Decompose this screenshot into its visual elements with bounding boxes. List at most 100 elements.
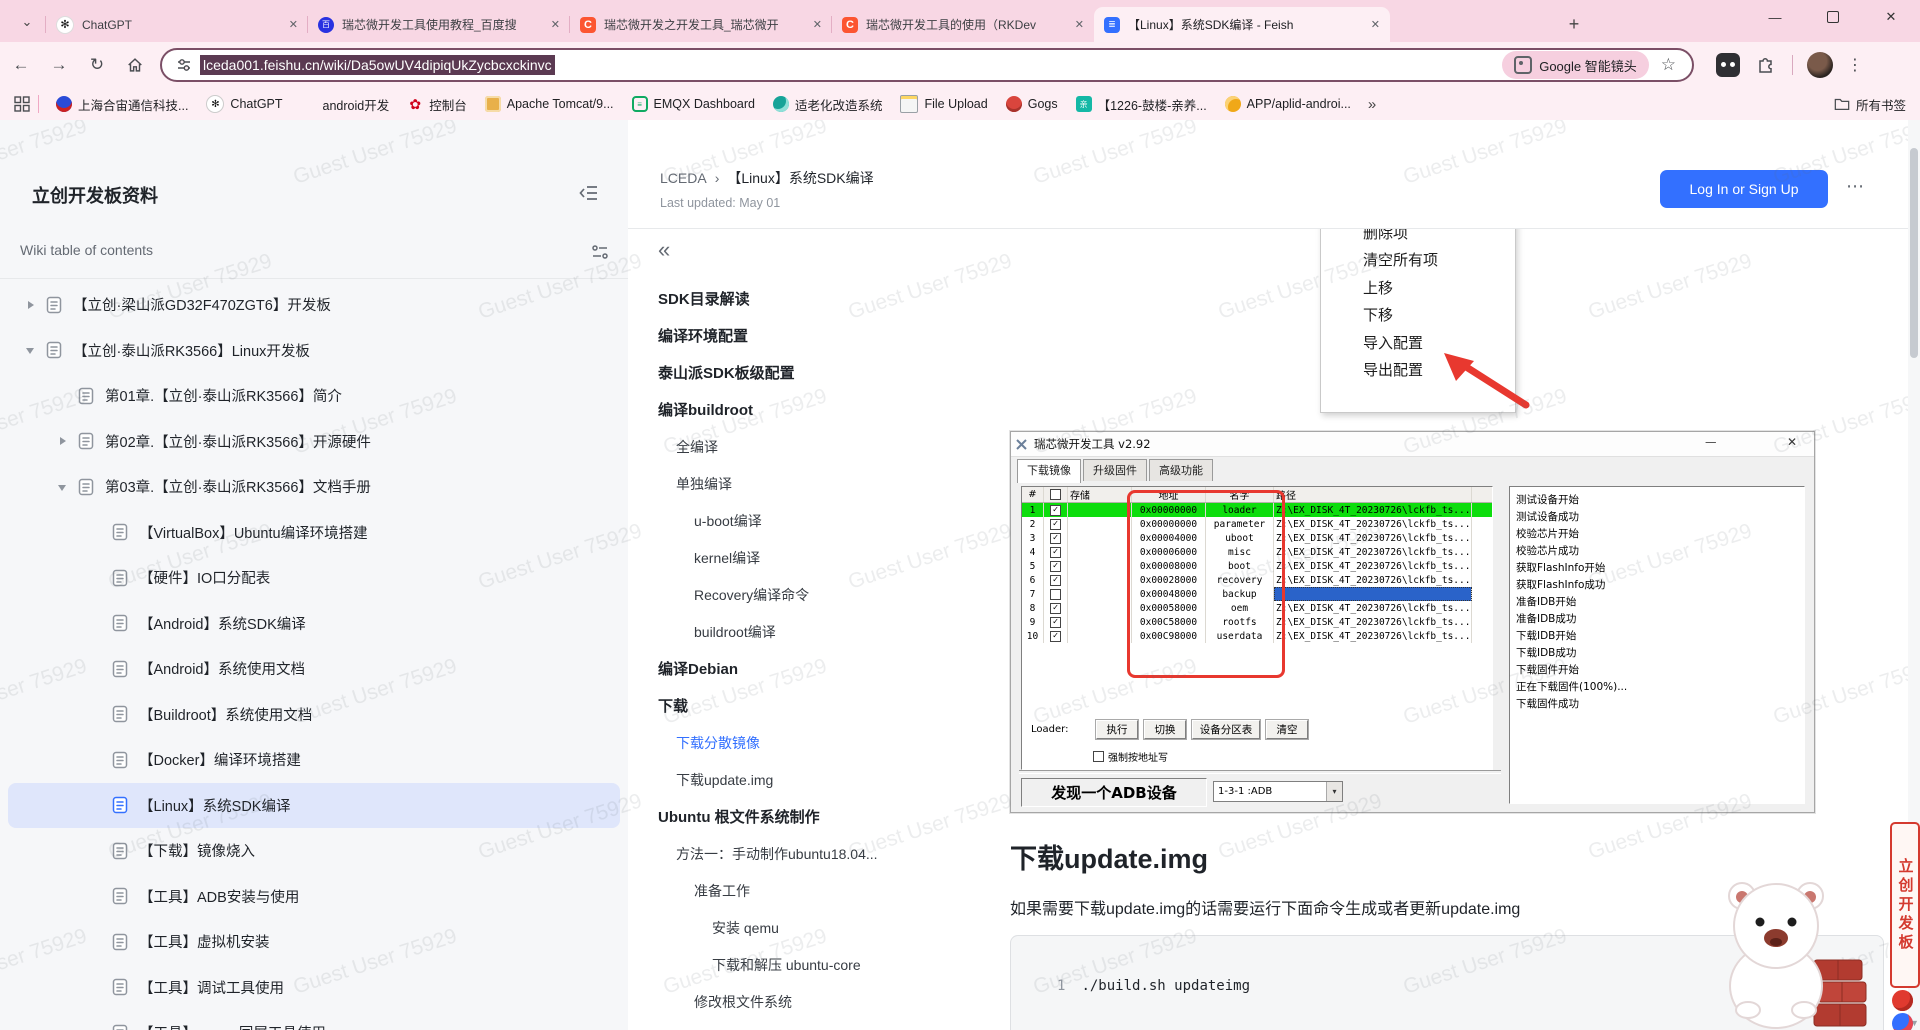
expand-arrow-icon[interactable] bbox=[88, 843, 106, 859]
tab-close-icon[interactable]: ✕ bbox=[1075, 18, 1084, 31]
bookmark-item[interactable]: Gogs bbox=[997, 95, 1067, 114]
outline-item[interactable]: 编译Debian bbox=[658, 651, 968, 688]
address-bar[interactable]: lceda001.feishu.cn/wiki/Da5owUV4dipiqUkZ… bbox=[160, 48, 1694, 82]
toc-item[interactable]: 【Android】系统使用文档 bbox=[8, 646, 620, 692]
toc-item[interactable]: 第02章.【立创·泰山派RK3566】开源硬件 bbox=[8, 419, 620, 465]
browser-tab[interactable]: 百 瑞芯微开发工具使用教程_百度搜 ✕ bbox=[308, 7, 570, 42]
tab-search-button[interactable]: ⌄ bbox=[12, 8, 42, 36]
tab-close-icon[interactable]: ✕ bbox=[289, 18, 298, 31]
forward-button[interactable]: → bbox=[42, 48, 76, 82]
bookmark-item[interactable]: ✿ 控制台 bbox=[398, 95, 476, 114]
outline-item[interactable]: Ubuntu 根文件系统制作 bbox=[658, 799, 968, 836]
expand-arrow-icon[interactable] bbox=[88, 661, 106, 677]
toc-item[interactable]: 【立创·梁山派GD32F470ZGT6】开发板 bbox=[8, 282, 620, 328]
expand-arrow-icon[interactable] bbox=[88, 752, 106, 768]
toc-item[interactable]: 第03章.【立创·泰山派RK3566】文档手册 bbox=[8, 464, 620, 510]
expand-arrow-icon[interactable] bbox=[88, 888, 106, 904]
toc-item[interactable]: 第01章.【立创·泰山派RK3566】简介 bbox=[8, 373, 620, 419]
extension-icon[interactable] bbox=[1716, 53, 1740, 77]
toc-item[interactable]: 【VirtualBox】Ubuntu编译环境搭建 bbox=[8, 510, 620, 556]
outline-item[interactable]: 安装 qemu bbox=[658, 910, 968, 947]
outline-item[interactable]: 下载update.img bbox=[658, 762, 968, 799]
browser-menu-icon[interactable]: ⋮ bbox=[1847, 55, 1863, 75]
expand-arrow-icon[interactable] bbox=[88, 1025, 106, 1030]
outline-item[interactable]: 下载 bbox=[658, 688, 968, 725]
scrollbar-thumb[interactable] bbox=[1910, 148, 1918, 358]
reload-button[interactable]: ↻ bbox=[80, 48, 114, 82]
browser-tab[interactable]: C 瑞芯微开发工具的使用（RKDev ✕ bbox=[832, 7, 1094, 42]
expand-arrow-icon[interactable] bbox=[88, 706, 106, 722]
bookmark-item[interactable]: ≡ EMQX Dashboard bbox=[623, 95, 764, 114]
more-actions-button[interactable]: ⋯ bbox=[1846, 176, 1865, 197]
outline-item[interactable]: 修改根文件系统 bbox=[658, 984, 968, 1021]
bookmarks-overflow-chevron[interactable]: » bbox=[1360, 96, 1384, 113]
bookmark-star-icon[interactable]: ☆ bbox=[1661, 55, 1676, 75]
bookmark-item[interactable]: 上海合宙通信科技... bbox=[47, 95, 197, 114]
bookmark-item[interactable]: 亲 【1226-鼓楼-亲养... bbox=[1067, 95, 1216, 114]
toc-item[interactable]: 【Linux】系统SDK编译 bbox=[8, 783, 620, 829]
expand-arrow-icon[interactable] bbox=[88, 934, 106, 950]
outline-item[interactable]: 准备工作 bbox=[658, 873, 968, 910]
toc-item[interactable]: 【Android】系统SDK编译 bbox=[8, 601, 620, 647]
expand-arrow-icon[interactable] bbox=[54, 479, 72, 495]
bookmark-item[interactable]: 适老化改造系统 bbox=[764, 95, 892, 114]
maximize-button[interactable] bbox=[1804, 0, 1862, 34]
browser-tab[interactable]: C 瑞芯微开发之开发工具_瑞芯微开 ✕ bbox=[570, 7, 832, 42]
expand-arrow-icon[interactable] bbox=[54, 388, 72, 404]
toc-item[interactable]: 【工具】ADB安装与使用 bbox=[8, 874, 620, 920]
toc-item[interactable]: 【Buildroot】系统使用文档 bbox=[8, 692, 620, 738]
back-button[interactable]: ← bbox=[4, 48, 38, 82]
toc-item[interactable]: 【工具】scrcpy同屏工具使用 bbox=[8, 1010, 620, 1030]
outline-item[interactable]: kernel编译 bbox=[658, 540, 968, 577]
outline-item[interactable]: 方法一：手动制作ubuntu18.04... bbox=[658, 836, 968, 873]
bookmark-item[interactable]: Apache Tomcat/9... bbox=[476, 95, 623, 114]
expand-arrow-icon[interactable] bbox=[88, 524, 106, 540]
close-button[interactable]: ✕ bbox=[1862, 0, 1920, 34]
seal-badge[interactable]: 立创开发板 bbox=[1890, 822, 1920, 988]
outline-item[interactable]: 编译环境配置 bbox=[658, 318, 968, 355]
site-settings-icon[interactable] bbox=[176, 57, 192, 73]
url-text-selected[interactable]: lceda001.feishu.cn/wiki/Da5owUV4dipiqUkZ… bbox=[200, 55, 555, 75]
expand-arrow-icon[interactable] bbox=[88, 979, 106, 995]
floating-widget-red[interactable] bbox=[1892, 990, 1913, 1011]
google-lens-chip[interactable]: Google 智能镜头 bbox=[1502, 51, 1649, 79]
outline-item[interactable]: 全编译 bbox=[658, 429, 968, 466]
bookmark-item[interactable]: File Upload bbox=[891, 95, 996, 114]
expand-arrow-icon[interactable] bbox=[54, 433, 72, 449]
outline-item[interactable]: 下载分散镜像 bbox=[658, 725, 968, 762]
expand-arrow-icon[interactable] bbox=[22, 297, 40, 313]
tab-close-icon[interactable]: ✕ bbox=[551, 18, 560, 31]
toc-item[interactable]: 【硬件】IO口分配表 bbox=[8, 555, 620, 601]
expand-arrow-icon[interactable] bbox=[88, 570, 106, 586]
login-signup-button[interactable]: Log In or Sign Up bbox=[1660, 170, 1828, 208]
outline-item[interactable]: 泰山派SDK板级配置 bbox=[658, 355, 968, 392]
breadcrumb-root[interactable]: LCEDA bbox=[660, 170, 707, 186]
all-bookmarks-button[interactable]: 所有书签 bbox=[1834, 95, 1906, 114]
home-button[interactable] bbox=[118, 48, 152, 82]
bookmark-item[interactable]: ✻ ChatGPT bbox=[197, 95, 291, 114]
outline-item[interactable]: u-boot编译 bbox=[658, 503, 968, 540]
floating-widget-blue[interactable] bbox=[1892, 1013, 1913, 1030]
outline-collapse-button[interactable]: « bbox=[658, 237, 670, 263]
toc-settings-icon[interactable] bbox=[590, 242, 610, 262]
extensions-puzzle-icon[interactable] bbox=[1756, 55, 1776, 75]
outline-item[interactable]: 编译buildroot bbox=[658, 392, 968, 429]
outline-item[interactable]: buildroot编译 bbox=[658, 614, 968, 651]
bookmark-item[interactable]: APP/aplid-androi... bbox=[1216, 95, 1360, 114]
apps-grid-icon[interactable] bbox=[14, 96, 30, 112]
browser-tab[interactable]: ≣ 【Linux】系统SDK编译 - Feish ✕ bbox=[1094, 7, 1390, 42]
expand-arrow-icon[interactable] bbox=[88, 615, 106, 631]
collapse-sidebar-icon[interactable] bbox=[578, 182, 600, 204]
tab-close-icon[interactable]: ✕ bbox=[1371, 18, 1380, 31]
expand-arrow-icon[interactable] bbox=[88, 797, 106, 813]
tab-close-icon[interactable]: ✕ bbox=[813, 18, 822, 31]
browser-tab[interactable]: ✻ ChatGPT ✕ bbox=[46, 7, 308, 42]
outline-item[interactable]: 下载和解压 ubuntu-core bbox=[658, 947, 968, 984]
minimize-button[interactable]: — bbox=[1746, 0, 1804, 34]
toc-item[interactable]: 【Docker】编译环境搭建 bbox=[8, 737, 620, 783]
outline-item[interactable]: SDK目录解读 bbox=[658, 281, 968, 318]
expand-arrow-icon[interactable] bbox=[22, 342, 40, 358]
outline-item[interactable]: 单独编译 bbox=[658, 466, 968, 503]
profile-avatar[interactable] bbox=[1807, 52, 1833, 78]
outline-item[interactable]: Recovery编译命令 bbox=[658, 577, 968, 614]
